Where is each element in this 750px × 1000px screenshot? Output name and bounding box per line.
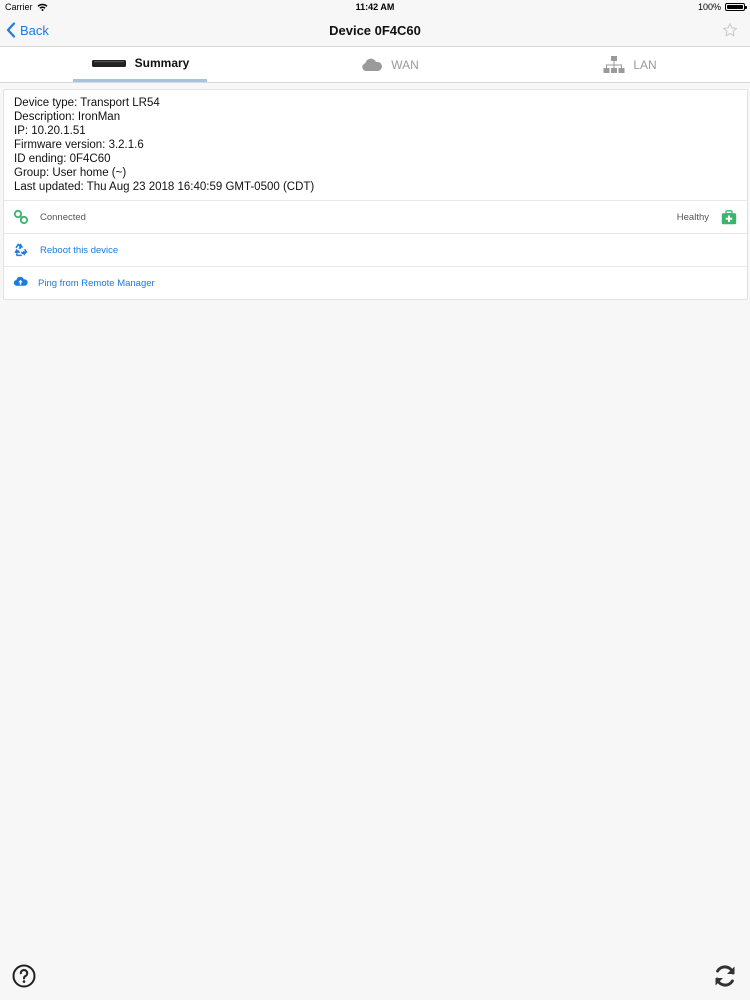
tab-lan[interactable]: LAN (570, 47, 690, 82)
firmware-version: Firmware version: 3.2.1.6 (14, 139, 144, 151)
device-ip: IP: 10.20.1.51 (14, 125, 86, 137)
question-circle-icon (12, 964, 36, 988)
device-description: Description: IronMan (14, 111, 121, 123)
device-type: Device type: Transport LR54 (14, 97, 160, 109)
ping-row[interactable]: Ping from Remote Manager (4, 266, 747, 300)
tab-bar: Summary WAN LAN (0, 47, 750, 83)
star-icon (723, 23, 737, 37)
clock: 11:42 AM (355, 2, 395, 12)
health-status: Healthy (676, 212, 709, 223)
connection-status-row: Connected Healthy (4, 200, 747, 234)
connection-status: Connected (40, 212, 86, 223)
refresh-icon (715, 965, 735, 987)
help-button[interactable] (12, 964, 36, 993)
first-aid-icon (721, 210, 737, 225)
battery-icon (725, 3, 747, 11)
favorite-button[interactable] (722, 22, 738, 43)
tab-summary-label: Summary (134, 56, 190, 70)
tab-wan[interactable]: WAN (330, 47, 450, 82)
battery-percent: 100% (697, 2, 721, 12)
reboot-device-link[interactable]: Reboot this device (40, 245, 118, 256)
battery-indicator: 100% (697, 2, 747, 12)
tab-summary[interactable]: Summary (73, 47, 207, 82)
tab-lan-label: LAN (633, 57, 657, 72)
recycle-icon (14, 243, 28, 257)
link-icon (13, 209, 29, 225)
status-bar: Carrier 11:42 AM 100% (0, 0, 750, 16)
device-summary-card: Device type: Transport LR54 Description:… (3, 89, 748, 300)
refresh-button[interactable] (712, 963, 738, 994)
device-group: Group: User home (~) (14, 167, 127, 179)
last-updated: Last updated: Thu Aug 23 2018 16:40:59 G… (14, 181, 315, 193)
tab-wan-label: WAN (391, 57, 419, 72)
device-details: Device type: Transport LR54 Description:… (4, 90, 747, 200)
cloud-icon (362, 58, 383, 71)
device-id-ending: ID ending: 0F4C60 (14, 153, 111, 165)
page-title: Device 0F4C60 (329, 23, 421, 38)
router-icon (91, 60, 126, 67)
ping-remote-manager-link[interactable]: Ping from Remote Manager (38, 278, 155, 289)
navigation-bar: Back Device 0F4C60 (0, 16, 750, 47)
network-icon (603, 55, 625, 73)
cloud-upload-icon (13, 276, 28, 286)
reboot-row[interactable]: Reboot this device (4, 233, 747, 267)
